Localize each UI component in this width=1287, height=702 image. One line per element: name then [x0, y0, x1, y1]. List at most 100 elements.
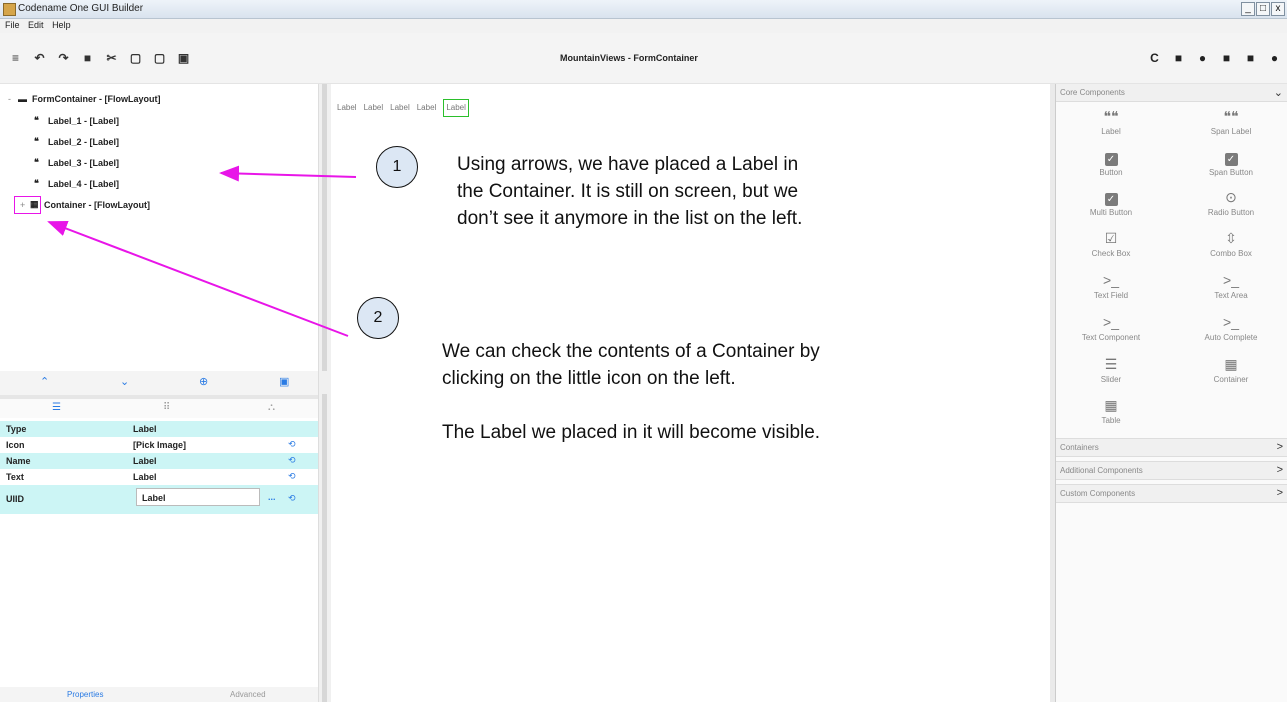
- check-icon: ✓: [1104, 153, 1118, 166]
- palette-item-label: Check Box: [1091, 249, 1131, 258]
- desktop-icon[interactable]: ■: [1220, 51, 1233, 65]
- section-title: Additional Components: [1060, 466, 1143, 475]
- undo-icon[interactable]: ↶: [32, 51, 47, 65]
- reset-icon[interactable]: ⟲: [288, 493, 296, 504]
- menu-icon[interactable]: ≡: [8, 51, 23, 65]
- canvas-container-selected[interactable]: Label: [443, 99, 469, 117]
- terminal-icon: >_: [1223, 314, 1239, 330]
- property-row-type: Type Label: [0, 421, 318, 437]
- save-icon[interactable]: ▣: [279, 375, 289, 388]
- copy-icon[interactable]: ▢: [128, 51, 143, 65]
- menu-file[interactable]: File: [0, 19, 23, 30]
- palette-text-component[interactable]: >_ Text Component: [1071, 314, 1151, 342]
- cut-icon[interactable]: ✂: [104, 51, 119, 65]
- redo-icon[interactable]: ↷: [56, 51, 71, 65]
- reset-icon[interactable]: ⟲: [288, 471, 296, 482]
- component-palette: Core Components ⌄ ❝❝ Label ❝❝ Span Label ✓…: [1055, 84, 1287, 702]
- palette-item-label: Container: [1213, 375, 1249, 384]
- label-icon: ❝❝: [1223, 108, 1239, 124]
- tab-properties[interactable]: Properties: [67, 690, 103, 699]
- folder-icon: ▬: [18, 94, 27, 104]
- paste-icon[interactable]: ▢: [152, 51, 167, 65]
- add-component-button[interactable]: ⊕: [199, 375, 208, 388]
- text-value[interactable]: Label: [133, 472, 157, 482]
- menu-edit[interactable]: Edit: [25, 19, 47, 30]
- palette-auto-complete[interactable]: >_ Auto Complete: [1191, 314, 1271, 342]
- grid-view-icon[interactable]: ⠿: [163, 402, 170, 413]
- palette-container[interactable]: ▦ Container: [1191, 356, 1271, 384]
- tree-node-form[interactable]: - ▬ FormContainer - [FlowLayout]: [8, 94, 161, 104]
- reset-icon[interactable]: ⟲: [288, 455, 296, 466]
- callout-line: don’t see it anymore in the list on the …: [457, 208, 803, 229]
- close-button[interactable]: x: [1271, 2, 1285, 16]
- bottom-tabs: Properties Advanced: [0, 687, 318, 702]
- pick-image-button[interactable]: [Pick Image]: [133, 440, 186, 450]
- app-icon: [3, 3, 16, 16]
- palette-text-area[interactable]: >_ Text Area: [1191, 272, 1271, 300]
- section-core-components[interactable]: Core Components ⌄: [1056, 84, 1287, 102]
- toolbar: ≡ ↶ ↷ ■ ✂ ▢ ▢ ▣ MountainViews - FormCont…: [0, 33, 1287, 84]
- uiid-field[interactable]: Label: [136, 488, 260, 506]
- move-down-button[interactable]: ⌄: [120, 375, 129, 388]
- palette-item-label: Text Area: [1214, 291, 1248, 300]
- palette-label[interactable]: ❝❝ Label: [1071, 108, 1151, 136]
- preview-icon[interactable]: ■: [1172, 51, 1185, 65]
- refresh-icon[interactable]: C: [1148, 51, 1161, 65]
- menu-help[interactable]: Help: [49, 19, 74, 30]
- palette-span-label[interactable]: ❝❝ Span Label: [1191, 108, 1271, 136]
- palette-span-button[interactable]: ✓ Span Button: [1191, 149, 1271, 177]
- palette-check-box[interactable]: ☑ Check Box: [1071, 230, 1151, 258]
- canvas-label[interactable]: Label: [390, 103, 410, 117]
- circle-icon[interactable]: ●: [1196, 51, 1209, 65]
- palette-combo-box[interactable]: ⇳ Combo Box: [1191, 230, 1271, 258]
- palette-table[interactable]: ▦ Table: [1071, 397, 1151, 425]
- tree-node-label-1[interactable]: ❝ Label_1 - [Label]: [34, 115, 119, 126]
- move-up-button[interactable]: ⌃: [40, 375, 49, 388]
- palette-text-field[interactable]: >_ Text Field: [1071, 272, 1151, 300]
- name-value[interactable]: Label: [133, 456, 157, 466]
- palette-slider[interactable]: ☰ Slider: [1071, 356, 1151, 384]
- section-title: Core Components: [1060, 88, 1125, 97]
- maximize-button[interactable]: □: [1256, 2, 1270, 16]
- expand-highlight-box: [14, 196, 41, 214]
- section-custom-components[interactable]: Custom Components >: [1056, 484, 1287, 503]
- palette-multi-button[interactable]: ✓ Multi Button: [1071, 189, 1151, 217]
- component-tree: - ▬ FormContainer - [FlowLayout] ❝ Label…: [0, 84, 318, 371]
- tree-node-label-4[interactable]: ❝ Label_4 - [Label]: [34, 178, 119, 189]
- canvas-label[interactable]: Label: [364, 103, 384, 117]
- palette-radio-button[interactable]: ⊙ Radio Button: [1191, 189, 1271, 217]
- property-key: UIID: [6, 494, 24, 504]
- minimize-button[interactable]: _: [1241, 2, 1255, 16]
- checkbox-icon: ☑: [1104, 230, 1118, 246]
- section-additional-components[interactable]: Additional Components >: [1056, 461, 1287, 480]
- palette-item-label: Span Label: [1210, 127, 1252, 136]
- palette-button[interactable]: ✓ Button: [1071, 149, 1151, 177]
- reset-icon[interactable]: ⟲: [288, 439, 296, 450]
- section-containers[interactable]: Containers >: [1056, 438, 1287, 457]
- tree-node-label: Label_4 - [Label]: [48, 178, 120, 189]
- save-icon[interactable]: ▣: [176, 51, 191, 65]
- form-preview: Label Label Label Label Label: [337, 99, 469, 117]
- tree-nav-bar: ⌃ ⌄ ⊕ ▣: [0, 371, 318, 395]
- callout-1-text: Using arrows, we have placed a Label in …: [457, 151, 802, 232]
- lock-icon[interactable]: ■: [1244, 51, 1257, 65]
- callout-2-text: We can check the contents of a Container…: [442, 338, 820, 446]
- settings-icon[interactable]: ●: [1268, 51, 1281, 65]
- callout-line-blank: [442, 392, 820, 419]
- collapse-toggle[interactable]: -: [8, 94, 18, 104]
- tree-node-label-3[interactable]: ❝ Label_3 - [Label]: [34, 157, 119, 168]
- canvas-label[interactable]: Label: [337, 103, 357, 117]
- property-tabs: ☰ ⠿ ⛬: [0, 399, 318, 418]
- sort-icon[interactable]: ⛬: [268, 402, 275, 413]
- list-view-icon[interactable]: ☰: [52, 402, 61, 413]
- tree-node-label-2[interactable]: ❝ Label_2 - [Label]: [34, 136, 119, 147]
- delete-icon[interactable]: ■: [80, 51, 95, 65]
- canvas-label[interactable]: Label: [417, 103, 437, 117]
- terminal-icon: >_: [1103, 272, 1119, 288]
- palette-item-label: Table: [1101, 416, 1121, 425]
- tab-advanced[interactable]: Advanced: [230, 690, 266, 699]
- uiid-browse-button[interactable]: ...: [268, 492, 276, 502]
- left-splitter[interactable]: [318, 84, 331, 702]
- chevron-down-icon: ⌄: [1273, 87, 1283, 99]
- splitter-grip: [322, 394, 327, 702]
